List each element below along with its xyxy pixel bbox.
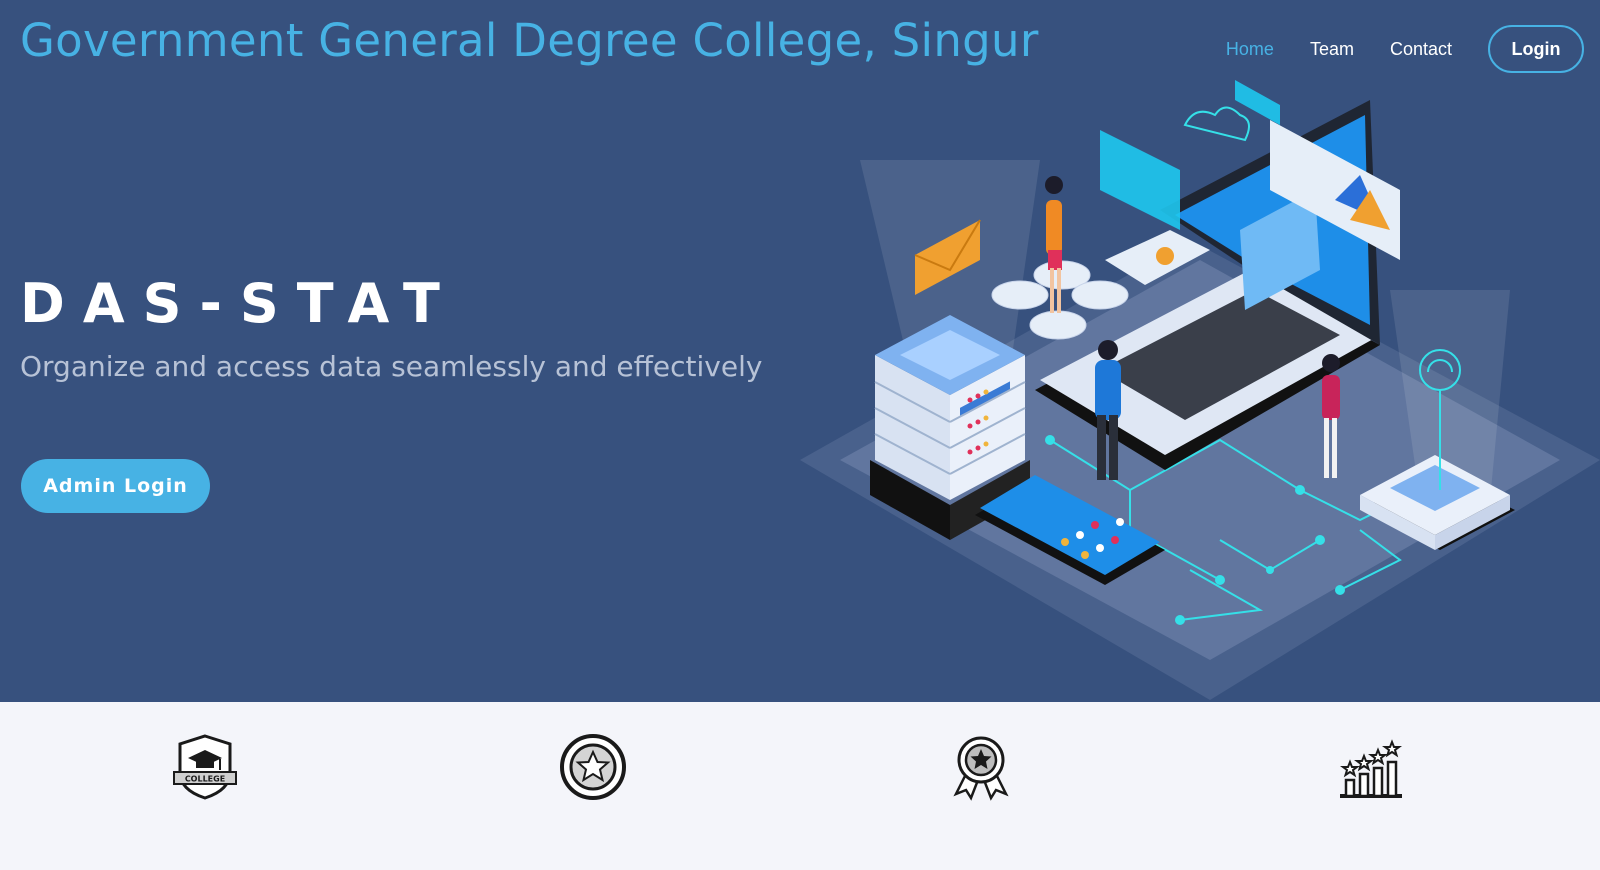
nav-home[interactable]: Home: [1226, 39, 1274, 60]
star-coin-icon: [558, 732, 628, 802]
award-ribbon-icon: [946, 732, 1016, 802]
site-title[interactable]: Government General Degree College, Singu…: [20, 14, 1039, 67]
nav-team[interactable]: Team: [1310, 39, 1354, 60]
hero-subtitle: Organize and access data seamlessly and …: [20, 350, 763, 383]
login-button[interactable]: Login: [1488, 25, 1584, 73]
hero-title: DAS-STAT: [20, 272, 458, 335]
data-center-illustration-icon: [800, 80, 1600, 700]
main-nav: Home Team Contact Login: [1190, 25, 1584, 73]
growth-stars-chart-icon: [1336, 732, 1406, 802]
nav-contact[interactable]: Contact: [1390, 39, 1452, 60]
college-badge-icon: COLLEGE: [170, 732, 240, 802]
hero-section: Government General Degree College, Singu…: [0, 0, 1600, 702]
features-section: COLLEGE: [0, 702, 1600, 870]
college-badge-text: COLLEGE: [185, 775, 225, 784]
admin-login-button[interactable]: Admin Login: [21, 459, 210, 513]
